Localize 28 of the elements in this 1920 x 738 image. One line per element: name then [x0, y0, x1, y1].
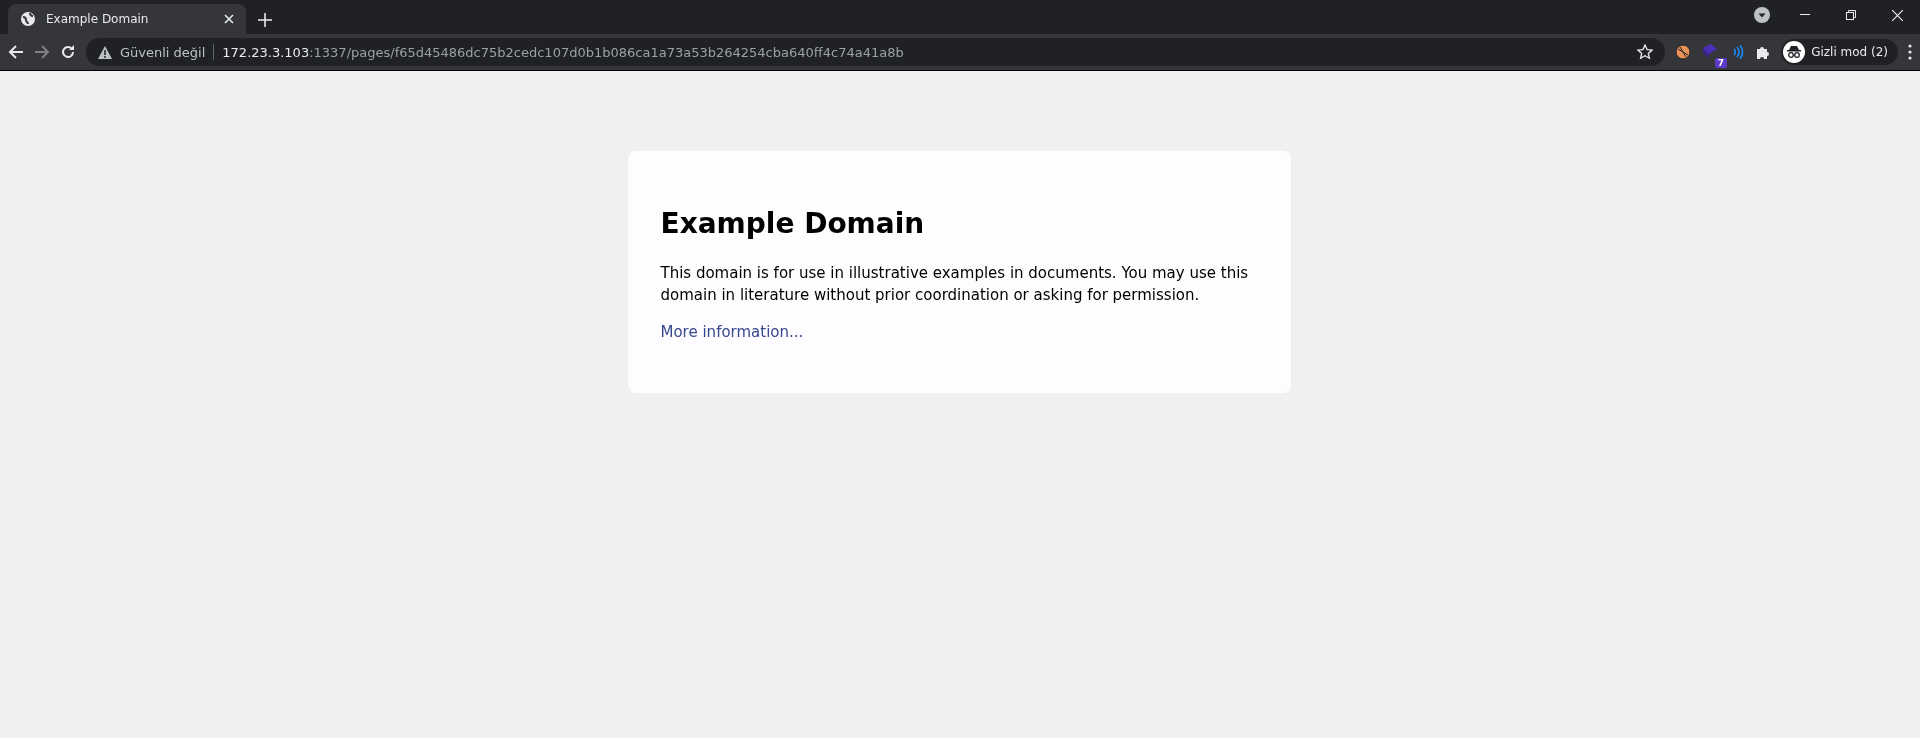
close-icon[interactable]	[1891, 9, 1903, 21]
description-text: This domain is for use in illustrative examples in documents. You may use this domain in literature without prior coordination or asking for permission.	[660, 263, 1250, 306]
back-arrow-icon[interactable]	[8, 44, 24, 60]
url-path: :1337/pages/f65d45486dc75b2cedc107d0b1b086ca1a73a53b264254cba640ff4c74a41a8b	[309, 44, 905, 60]
reload-icon[interactable]	[60, 44, 76, 60]
profile-button[interactable]: Gizli mod (2)	[1781, 39, 1898, 65]
plus-icon[interactable]	[258, 13, 272, 27]
extension-ball-icon[interactable]	[1675, 44, 1692, 60]
globe-icon	[20, 11, 36, 27]
dropdown-icon[interactable]	[1754, 7, 1770, 23]
close-icon[interactable]	[224, 14, 234, 24]
puzzle-icon[interactable]	[1755, 44, 1772, 60]
extension-badge: 7	[1714, 58, 1728, 68]
wireless-icon[interactable]	[1731, 45, 1746, 59]
minimize-icon[interactable]	[1800, 14, 1810, 16]
warning-icon	[98, 45, 112, 59]
address-bar[interactable]: Güvenli değil 172.23.3.103:1337/pages/f65d45486dc75b2cedc107d0b1b086ca1a73a53b264254cba640ff4c74a41a8b	[86, 38, 1666, 66]
restore-icon[interactable]	[1846, 10, 1856, 20]
forward-arrow-icon[interactable]	[34, 44, 50, 60]
more-information-link[interactable]: More information...	[660, 323, 804, 341]
tab-title: Example Domain	[46, 12, 150, 26]
browser-tab[interactable]: Example Domain	[8, 4, 246, 34]
star-icon[interactable]	[1637, 44, 1654, 60]
incognito-icon	[1786, 45, 1803, 59]
url-host: 172.23.3.103	[222, 44, 310, 60]
security-label: Güvenli değil	[120, 44, 206, 60]
menu-icon[interactable]	[1908, 44, 1912, 60]
page-heading: Example Domain	[660, 207, 926, 240]
